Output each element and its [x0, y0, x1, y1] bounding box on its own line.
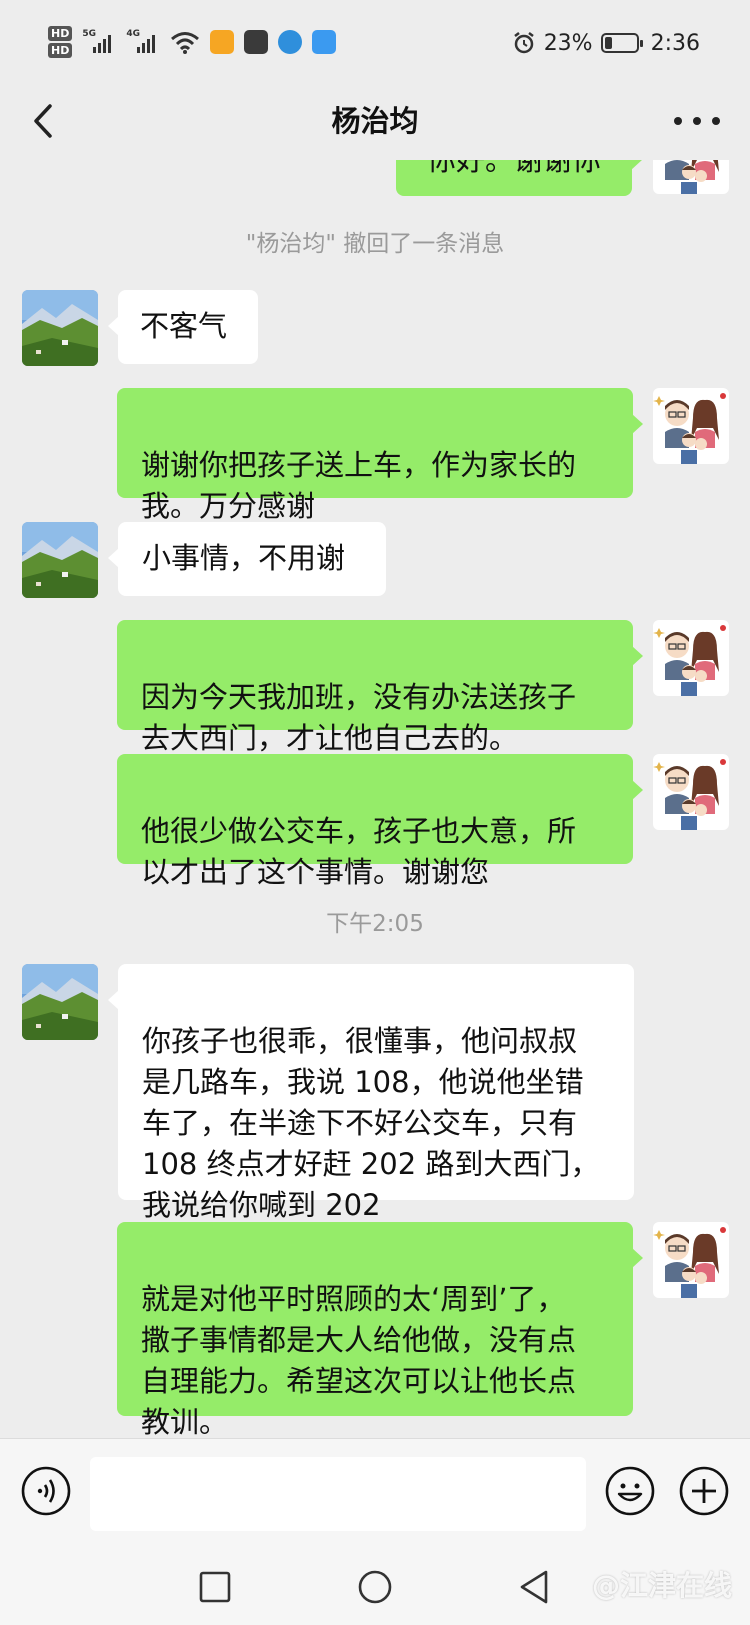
my-avatar[interactable] — [653, 620, 729, 696]
my-avatar[interactable] — [653, 388, 729, 464]
chat-input-bar — [0, 1438, 750, 1548]
message-bubble-outgoing[interactable]: 因为今天我加班，没有办法送孩子 去大西门，才让他自己去的。 — [117, 620, 643, 755]
home-icon[interactable] — [350, 1562, 400, 1612]
message-text: 就是对他平时照顾的太‘周到’了， 撒子事情都是大人给他做，没有点 自理能力。希望… — [141, 1282, 577, 1438]
message-timestamp: 下午2:05 — [326, 911, 424, 937]
signal-4g-icon: 4G — [126, 29, 160, 55]
message-text: 小事情，不用谢 — [142, 541, 346, 575]
watermark: @江津在线 — [591, 1569, 732, 1602]
notification-app-icon-1 — [210, 30, 235, 54]
chat-title: 杨治均 — [331, 104, 419, 138]
message-text: 你孩子也很乖，很懂事，他问叔叔 是几路车，我说 108，他说他坐错 车了，在半途… — [142, 1024, 600, 1222]
clock: 2:36 — [650, 30, 700, 56]
message-text: 因为今天我加班，没有办法送孩子 去大西门，才让他自己去的。 — [141, 680, 577, 755]
more-icon[interactable] — [674, 98, 720, 144]
hd-badge-2: HD — [48, 43, 73, 58]
message-bubble-outgoing[interactable]: 你好。谢谢你 — [396, 160, 642, 196]
voice-icon[interactable] — [20, 1465, 72, 1517]
notification-app-icon-2 — [244, 30, 269, 54]
battery-icon — [600, 33, 643, 53]
status-right: 23% 2:36 — [512, 26, 700, 60]
notification-app-icon-4 — [312, 30, 337, 54]
battery-fill — [604, 37, 612, 49]
hd-indicators: HD HD — [48, 26, 73, 58]
contact-avatar[interactable] — [22, 290, 98, 366]
status-left: HD HD 5G 4G — [48, 22, 337, 62]
status-bar: HD HD 5G 4G 23% 2:36 — [0, 0, 750, 84]
message-text: 谢谢你把孩子送上车，作为家长的 我。万分感谢 — [141, 448, 577, 523]
recent-apps-icon[interactable] — [190, 1562, 240, 1612]
notification-app-icon-3 — [278, 30, 303, 54]
contact-avatar[interactable] — [22, 522, 98, 598]
plus-icon[interactable] — [678, 1465, 730, 1517]
contact-avatar[interactable] — [22, 964, 98, 1040]
battery-percent: 23% — [543, 30, 593, 56]
message-bubble-incoming[interactable]: 小事情，不用谢 — [108, 522, 386, 596]
my-avatar[interactable] — [653, 1222, 729, 1298]
wifi-icon — [171, 32, 200, 54]
message-bubble-outgoing[interactable]: 谢谢你把孩子送上车，作为家长的 我。万分感谢 — [117, 388, 643, 523]
system-navigation-bar: @江津在线 — [0, 1548, 750, 1625]
message-text: 你好。谢谢你 — [426, 160, 601, 177]
recall-notice: "杨治均" 撤回了一条消息 — [245, 231, 505, 257]
alarm-icon — [513, 32, 534, 54]
back-triangle-icon[interactable] — [510, 1562, 560, 1612]
my-avatar[interactable] — [653, 754, 729, 830]
message-text: 他很少做公交车，孩子也大意，所 以才出了这个事情。谢谢您 — [141, 814, 577, 889]
message-bubble-outgoing[interactable]: 他很少做公交车，孩子也大意，所 以才出了这个事情。谢谢您 — [117, 754, 643, 889]
message-input[interactable] — [90, 1457, 586, 1531]
signal-5g-icon: 5G — [82, 29, 116, 55]
message-text: 不客气 — [140, 309, 228, 343]
message-bubble-incoming[interactable]: 你孩子也很乖，很懂事，他问叔叔 是几路车，我说 108，他说他坐错 车了，在半途… — [108, 964, 634, 1222]
chat-message-list[interactable]: 你好。谢谢你 "杨治均" 撤回了一条消息 不客气 谢谢你把孩子送上车，作为家长的… — [0, 160, 750, 1438]
message-bubble-outgoing[interactable]: 就是对他平时照顾的太‘周到’了， 撒子事情都是大人给他做，没有点 自理能力。希望… — [117, 1222, 643, 1438]
my-avatar[interactable] — [653, 160, 729, 194]
message-bubble-incoming[interactable]: 不客气 — [108, 290, 258, 364]
hd-badge-1: HD — [48, 26, 73, 41]
emoji-icon[interactable] — [604, 1465, 656, 1517]
chat-header: 杨治均 — [0, 84, 750, 160]
